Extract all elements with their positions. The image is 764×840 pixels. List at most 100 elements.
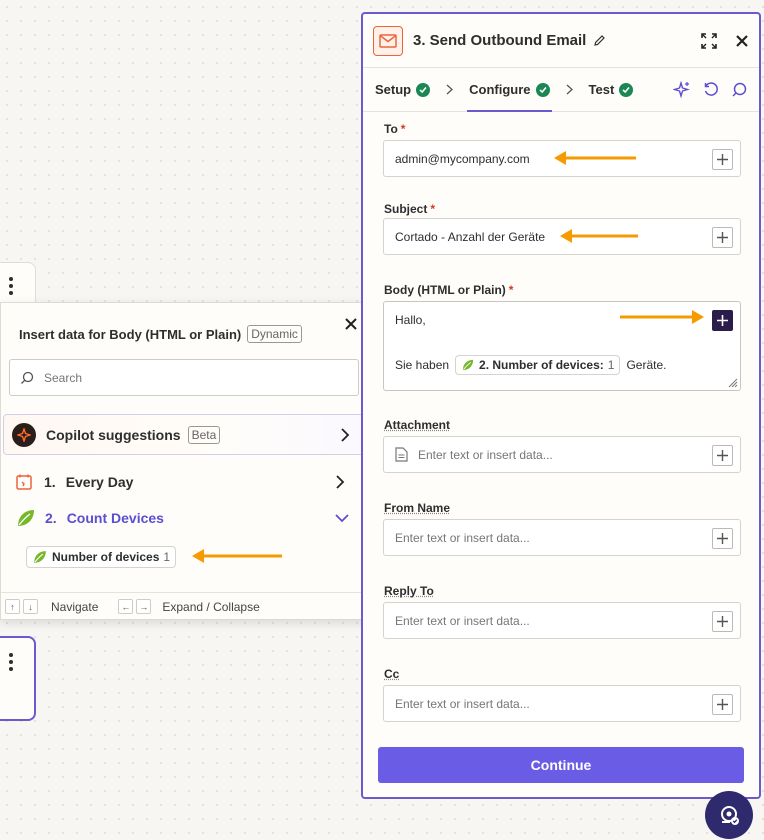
popup-title: Insert data for Body (HTML or Plain) [19,326,242,342]
insert-data-popup: Insert data for Body (HTML or Plain) Dyn… [0,302,372,620]
help-support-button[interactable] [705,791,753,839]
annotation-arrow-subject [560,229,638,243]
data-item-number-of-devices[interactable]: Number of devices 1 [26,546,177,570]
insert-data-button[interactable] [712,227,733,248]
tab-setup[interactable]: Setup [375,68,431,112]
arrow-up-key-icon: ↑ [5,599,20,614]
step-number: 2. [45,510,57,526]
insert-data-button-active[interactable] [712,310,733,331]
to-label: To * [384,122,406,136]
check-icon [535,82,550,97]
beta-tag: Beta [187,425,221,444]
chip-count: 1 [607,358,615,372]
from-name-label: From Name [384,501,451,515]
comment-icon[interactable] [731,82,747,98]
step-row-every-day[interactable]: 1. Every Day [15,473,355,491]
step-config-panel: 3. Send Outbound Email Setup Configure T… [361,12,761,799]
support-icon [721,806,739,825]
body-data-chip[interactable]: 2. Number of devices: 1 [455,355,621,375]
to-value: admin@mycompany.com [395,151,530,166]
insert-data-button[interactable] [712,149,733,170]
step-tabs: Setup Configure Test [363,68,759,112]
check-icon [619,82,634,97]
email-app-icon [373,25,403,56]
annotation-arrow-to [554,151,636,165]
search-input[interactable]: Search [9,359,359,396]
search-icon [20,371,34,385]
body-text-prefix: Sie haben [395,358,450,372]
file-icon [395,447,408,462]
config-form: To * admin@mycompany.com Subject * Cortado… [363,112,759,752]
reply-to-field[interactable]: Enter text or insert data... [383,602,741,639]
cc-field[interactable]: Enter text or insert data... [383,685,741,722]
check-icon [416,82,431,97]
body-text-suffix: Geräte. [626,358,667,372]
tab-label: Test [588,82,615,97]
subject-label: Subject * [384,202,436,216]
popup-footer: ↑ ↓ Navigate ← → Expand / Collapse [1,592,371,620]
insert-data-button[interactable] [712,611,733,632]
body-label: Body (HTML or Plain) * [384,283,514,297]
step-row-count-devices[interactable]: 2. Count Devices [15,507,355,529]
leaf-icon [15,507,37,529]
panel-title: 3. Send Outbound Email [413,32,587,49]
tab-test[interactable]: Test [589,68,634,112]
chevron-down-icon [335,513,349,523]
resize-handle-icon[interactable] [726,376,738,388]
attachment-placeholder: Enter text or insert data... [418,447,553,462]
popup-title-row: Insert data for Body (HTML or Plain) Dyn… [19,325,302,343]
step-label: Count Devices [66,510,164,526]
tab-label: Setup [375,82,412,97]
copilot-suggestions-row[interactable]: Copilot suggestions Beta [3,414,365,455]
data-item-count: 1 [163,550,171,564]
leaf-icon [461,358,475,372]
tab-label: Configure [469,82,531,97]
arrow-down-key-icon: ↓ [23,599,38,614]
data-item-label: Number of devices [52,550,160,564]
chevron-right-icon [566,84,573,95]
cc-placeholder: Enter text or insert data... [395,696,530,711]
step-number: 1. [44,474,56,490]
insert-data-button[interactable] [712,694,733,715]
copilot-label: Copilot suggestions [46,426,181,443]
sparkle-icon[interactable] [673,80,691,99]
navigate-hint: Navigate [51,599,99,614]
tab-configure[interactable]: Configure [467,68,552,112]
copilot-icon [12,422,36,447]
leaf-icon [32,549,48,565]
chevron-right-icon [340,427,350,442]
attachment-field[interactable]: Enter text or insert data... [383,436,741,473]
reply-to-label: Reply To [384,584,434,598]
reply-to-placeholder: Enter text or insert data... [395,613,530,628]
continue-button[interactable]: Continue [378,747,744,783]
body-line-2: Sie haben 2. Number of devices: 1 Geräte… [395,355,740,375]
search-placeholder: Search [44,370,83,385]
more-options-icon[interactable] [9,277,13,295]
edit-pencil-icon[interactable] [593,34,606,47]
chevron-right-icon [335,475,345,489]
dynamic-tag: Dynamic [247,325,302,343]
canvas-node-selected[interactable] [0,636,36,721]
cc-label: Cc [384,667,400,681]
chevron-right-icon [446,84,454,95]
subject-value: Cortado - Anzahl der Geräte [395,229,546,244]
expand-collapse-hint: Expand / Collapse [162,599,260,614]
annotation-arrow-data-item [192,549,282,563]
step-label: Every Day [65,474,134,490]
annotation-arrow-plus [620,310,704,324]
calendar-icon [15,473,33,491]
chip-label: 2. Number of devices: [479,358,604,372]
insert-data-button[interactable] [712,528,733,549]
refresh-icon[interactable] [703,81,719,98]
expand-icon[interactable] [701,32,717,49]
close-icon[interactable] [343,316,359,337]
insert-data-button[interactable] [712,445,733,466]
from-name-field[interactable]: Enter text or insert data... [383,519,741,556]
arrow-right-key-icon: → [136,599,152,614]
panel-header: 3. Send Outbound Email [363,14,759,68]
close-icon[interactable] [735,34,749,48]
more-options-icon[interactable] [9,653,13,671]
attachment-label: Attachment [384,418,451,432]
arrow-left-key-icon: ← [118,599,134,614]
from-name-placeholder: Enter text or insert data... [395,530,530,545]
